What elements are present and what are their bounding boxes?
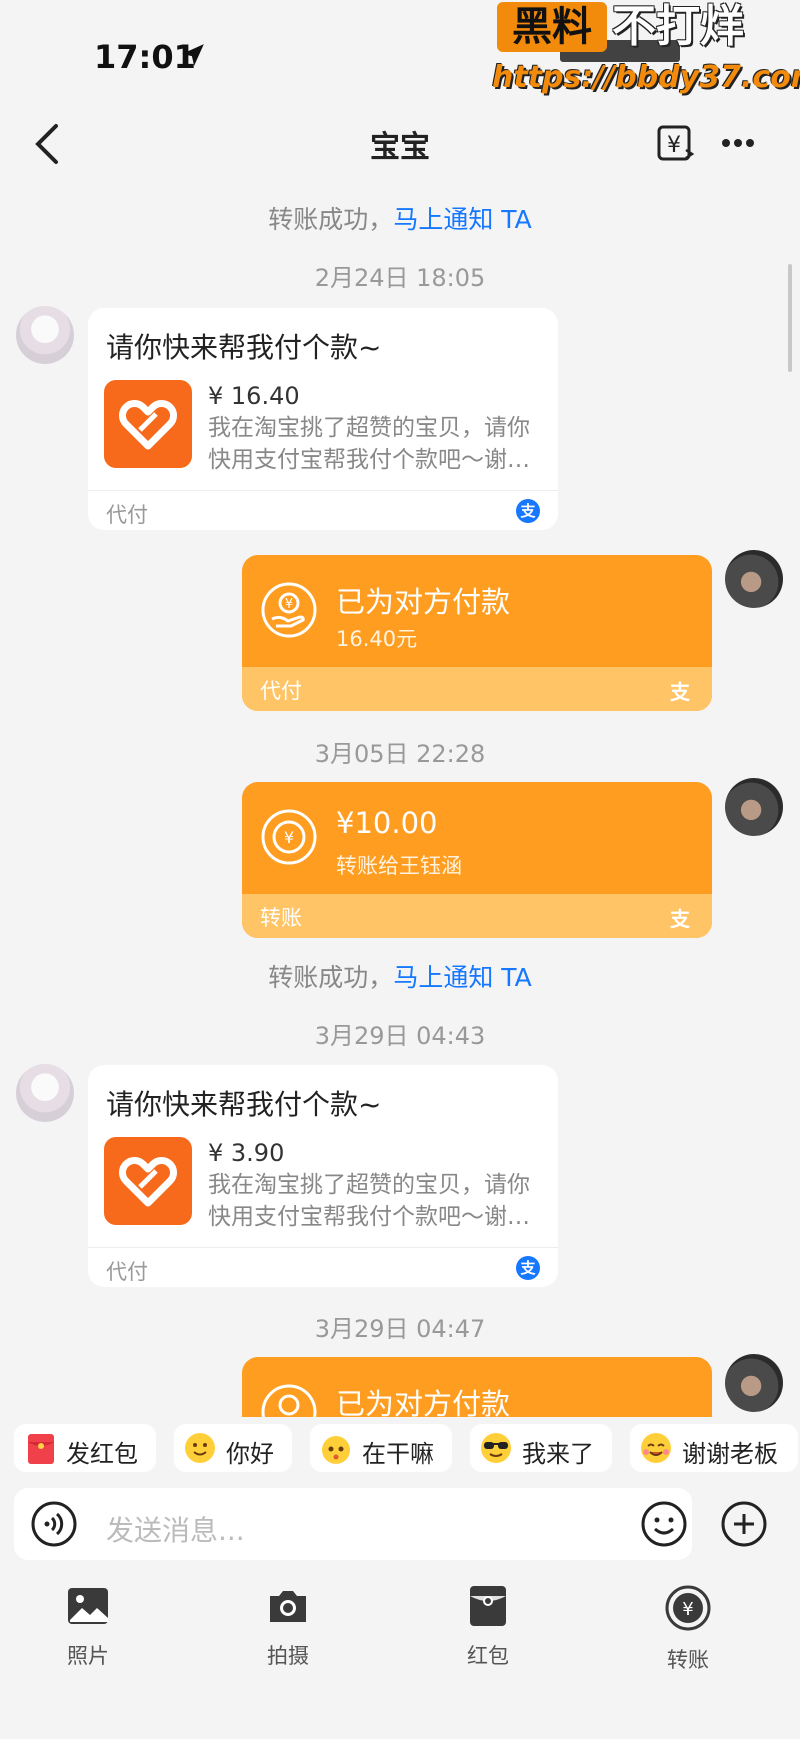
transfer-yuan-circle-icon: ¥ xyxy=(261,809,317,865)
quick-reply-thanks-boss[interactable]: 谢谢老板 xyxy=(630,1424,798,1472)
transfer-card[interactable]: ¥ ¥10.00 转账给王钰涵 转账 支 xyxy=(242,782,712,938)
camera-icon xyxy=(270,1591,306,1622)
paid-amount: 16.40元 xyxy=(336,627,418,651)
watermark-brand-text: 不打烊 xyxy=(612,1,744,52)
transfer-yuan-icon[interactable]: ¥ xyxy=(656,124,696,164)
timestamp: 3月05日 22:28 xyxy=(314,740,486,768)
request-amount: ¥ 16.40 xyxy=(208,382,300,410)
card-footer-label: 代付 xyxy=(106,1260,148,1284)
svg-text:¥: ¥ xyxy=(682,1599,693,1620)
tool-label: 红包 xyxy=(467,1644,509,1668)
alipay-icon: 支 xyxy=(516,1256,540,1280)
quick-reply-what-doing[interactable]: 在干嘛 xyxy=(310,1424,452,1472)
quick-reply-label: 你好 xyxy=(226,1440,274,1468)
red-packet-icon xyxy=(28,1434,54,1464)
alipay-icon: 支 xyxy=(670,680,690,704)
notice-text: 转账成功， xyxy=(268,963,394,992)
card-footer: 转账 支 xyxy=(242,894,712,938)
location-arrow-icon xyxy=(182,44,204,66)
timestamp: 2月24日 18:05 xyxy=(314,264,486,292)
user-avatar[interactable] xyxy=(725,1354,783,1412)
watermark-url: https://bbdy37.com xyxy=(492,60,800,95)
tool-photo[interactable]: 照片 xyxy=(38,1584,138,1670)
taobao-heart-hand-icon xyxy=(104,380,192,468)
red-envelope-icon xyxy=(470,1586,506,1626)
quick-reply-label: 谢谢老板 xyxy=(682,1440,778,1468)
emoji-button-icon[interactable] xyxy=(640,1500,688,1548)
svg-text:¥: ¥ xyxy=(284,828,294,847)
paid-card[interactable]: ¥ 已为对方付款 16.40元 代付 支 xyxy=(242,555,712,711)
alipay-icon: 支 xyxy=(516,499,540,523)
request-amount: ¥ 3.90 xyxy=(208,1139,285,1167)
card-footer-label: 代付 xyxy=(260,679,302,703)
card-footer-label: 转账 xyxy=(260,906,302,930)
paid-title: 已为对方付款 xyxy=(336,585,511,619)
paid-card[interactable]: 已为对方付款 xyxy=(242,1357,712,1417)
contact-avatar[interactable] xyxy=(16,306,74,364)
transfer-icon: ¥ xyxy=(665,1585,711,1631)
taobao-heart-hand-icon xyxy=(104,1137,192,1225)
request-description: 我在淘宝挑了超赞的宝贝，请你快用支付宝帮我付个款吧～谢… xyxy=(208,1172,530,1230)
curious-emoji-icon xyxy=(322,1436,350,1464)
photo-icon xyxy=(68,1588,108,1624)
yuan-hand-icon: ¥ xyxy=(261,582,317,638)
quick-reply-label: 发红包 xyxy=(66,1440,138,1468)
request-description: 我在淘宝挑了超赞的宝贝，请你快用支付宝帮我付个款吧～谢… xyxy=(208,415,530,473)
tool-label: 拍摄 xyxy=(267,1644,309,1668)
card-footer: 代付 支 xyxy=(88,1247,558,1288)
payment-request-card[interactable]: 请你快来帮我付个款~ ¥ 3.90 我在淘宝挑了超赞的宝贝，请你快用支付宝帮我付… xyxy=(88,1065,558,1287)
sunglasses-emoji-icon xyxy=(481,1433,511,1463)
watermark-brand-box: 黑料 xyxy=(497,2,607,52)
transfer-notice: 转账成功，马上通知 TA xyxy=(0,200,800,236)
tool-label: 转账 xyxy=(667,1648,709,1672)
message-input[interactable]: 发送消息... xyxy=(106,1509,245,1549)
tool-label: 照片 xyxy=(67,1644,109,1668)
wave-emoji-icon xyxy=(185,1433,215,1463)
payment-request-card[interactable]: 请你快来帮我付个款~ ¥ 16.40 我在淘宝挑了超赞的宝贝，请你快用支付宝帮我… xyxy=(88,308,558,530)
yuan-hand-icon xyxy=(261,1384,317,1417)
tool-transfer[interactable]: ¥ 转账 xyxy=(638,1584,738,1674)
card-footer: 代付 支 xyxy=(242,667,712,711)
user-avatar[interactable] xyxy=(725,550,783,608)
thanks-emoji-icon xyxy=(641,1433,671,1463)
notify-link[interactable]: 马上通知 TA xyxy=(393,963,531,992)
voice-input-icon[interactable] xyxy=(30,1500,78,1548)
transfer-recipient: 转账给王钰涵 xyxy=(336,854,462,878)
plus-button-icon[interactable] xyxy=(720,1500,768,1548)
notice-text: 转账成功， xyxy=(268,205,394,234)
quick-reply-hello[interactable]: 你好 xyxy=(174,1424,292,1472)
quick-reply-label: 我来了 xyxy=(522,1440,594,1468)
quick-reply-coming[interactable]: 我来了 xyxy=(470,1424,612,1472)
request-title: 请你快来帮我付个款~ xyxy=(106,331,382,364)
timestamp: 3月29日 04:43 xyxy=(314,1022,486,1050)
contact-avatar[interactable] xyxy=(16,1064,74,1122)
alipay-icon: 支 xyxy=(670,907,690,931)
svg-text:¥: ¥ xyxy=(285,597,293,612)
quick-reply-red-packet[interactable]: 发红包 xyxy=(14,1424,156,1472)
card-footer: 代付 支 xyxy=(88,490,558,531)
tool-camera[interactable]: 拍摄 xyxy=(238,1584,338,1670)
transfer-notice: 转账成功，马上通知 TA xyxy=(0,958,800,994)
tool-red-envelope[interactable]: 红包 xyxy=(438,1584,538,1670)
card-footer-label: 代付 xyxy=(106,503,148,527)
paid-title: 已为对方付款 xyxy=(336,1387,511,1417)
request-title: 请你快来帮我付个款~ xyxy=(106,1088,382,1121)
timestamp: 3月29日 04:47 xyxy=(314,1315,486,1343)
transfer-amount: ¥10.00 xyxy=(336,806,438,840)
notify-link[interactable]: 马上通知 TA xyxy=(393,205,531,234)
quick-reply-label: 在干嘛 xyxy=(362,1440,434,1468)
more-options-icon[interactable] xyxy=(718,128,758,158)
user-avatar[interactable] xyxy=(725,778,783,836)
svg-text:¥: ¥ xyxy=(667,133,681,158)
